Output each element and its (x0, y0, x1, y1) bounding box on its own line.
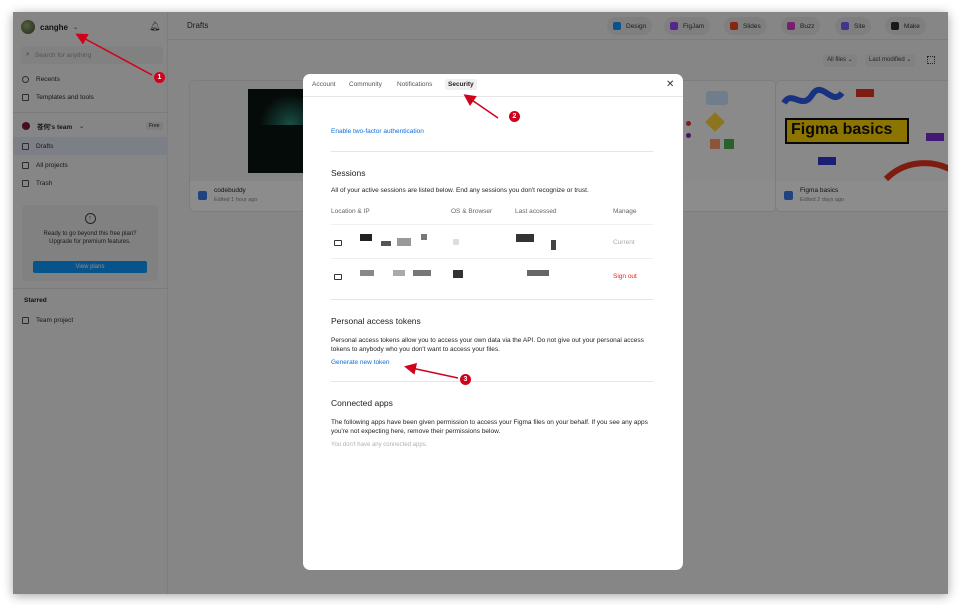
monitor-icon (334, 274, 342, 280)
connected-apps-description: The following apps have been given permi… (331, 419, 648, 435)
enable-2fa-link[interactable]: Enable two-factor authentication (331, 128, 424, 135)
redacted-block (551, 240, 556, 250)
divider (331, 224, 653, 225)
app-window: canghe ⌄ 🔔︎ ⌕ Search for anything Recent… (13, 12, 948, 594)
tokens-heading: Personal access tokens (331, 316, 421, 326)
redacted-block (453, 270, 463, 278)
session-current-label: Current (613, 239, 635, 246)
annotation-badge-1: 1 (154, 72, 165, 83)
divider (331, 258, 653, 259)
connected-apps-empty: You don't have any connected apps. (331, 442, 428, 448)
column-os-browser: OS & Browser (451, 208, 493, 215)
tab-account[interactable]: Account (312, 81, 336, 88)
settings-tabs: Account Community Notifications Security… (303, 74, 683, 97)
column-last-accessed: Last accessed (515, 208, 557, 215)
redacted-block (397, 238, 411, 246)
connected-apps-heading: Connected apps (331, 398, 393, 408)
redacted-block (413, 270, 431, 276)
divider (331, 381, 653, 382)
annotation-badge-2: 2 (509, 111, 520, 122)
divider (331, 299, 653, 300)
sign-out-button[interactable]: Sign out (613, 273, 637, 280)
column-manage: Manage (613, 208, 637, 215)
redacted-block (360, 270, 374, 276)
sessions-description: All of your active sessions are listed b… (331, 187, 589, 194)
column-location: Location & IP (331, 208, 370, 215)
generate-token-link[interactable]: Generate new token (331, 359, 390, 366)
redacted-block (527, 270, 549, 276)
redacted-block (381, 241, 391, 246)
sessions-heading: Sessions (331, 168, 366, 178)
redacted-block (421, 234, 427, 240)
settings-modal: Account Community Notifications Security… (303, 74, 683, 570)
monitor-icon (334, 240, 342, 246)
tab-security[interactable]: Security (445, 79, 477, 90)
close-icon[interactable]: ✕ (666, 79, 674, 90)
tokens-description: Personal access tokens allow you to acce… (331, 337, 644, 353)
tab-community[interactable]: Community (349, 81, 382, 88)
tab-notifications[interactable]: Notifications (397, 81, 432, 88)
redacted-block (360, 234, 372, 241)
redacted-block (453, 239, 459, 245)
divider (331, 151, 653, 152)
redacted-block (516, 234, 534, 242)
annotation-badge-3: 3 (460, 374, 471, 385)
redacted-block (393, 270, 405, 276)
